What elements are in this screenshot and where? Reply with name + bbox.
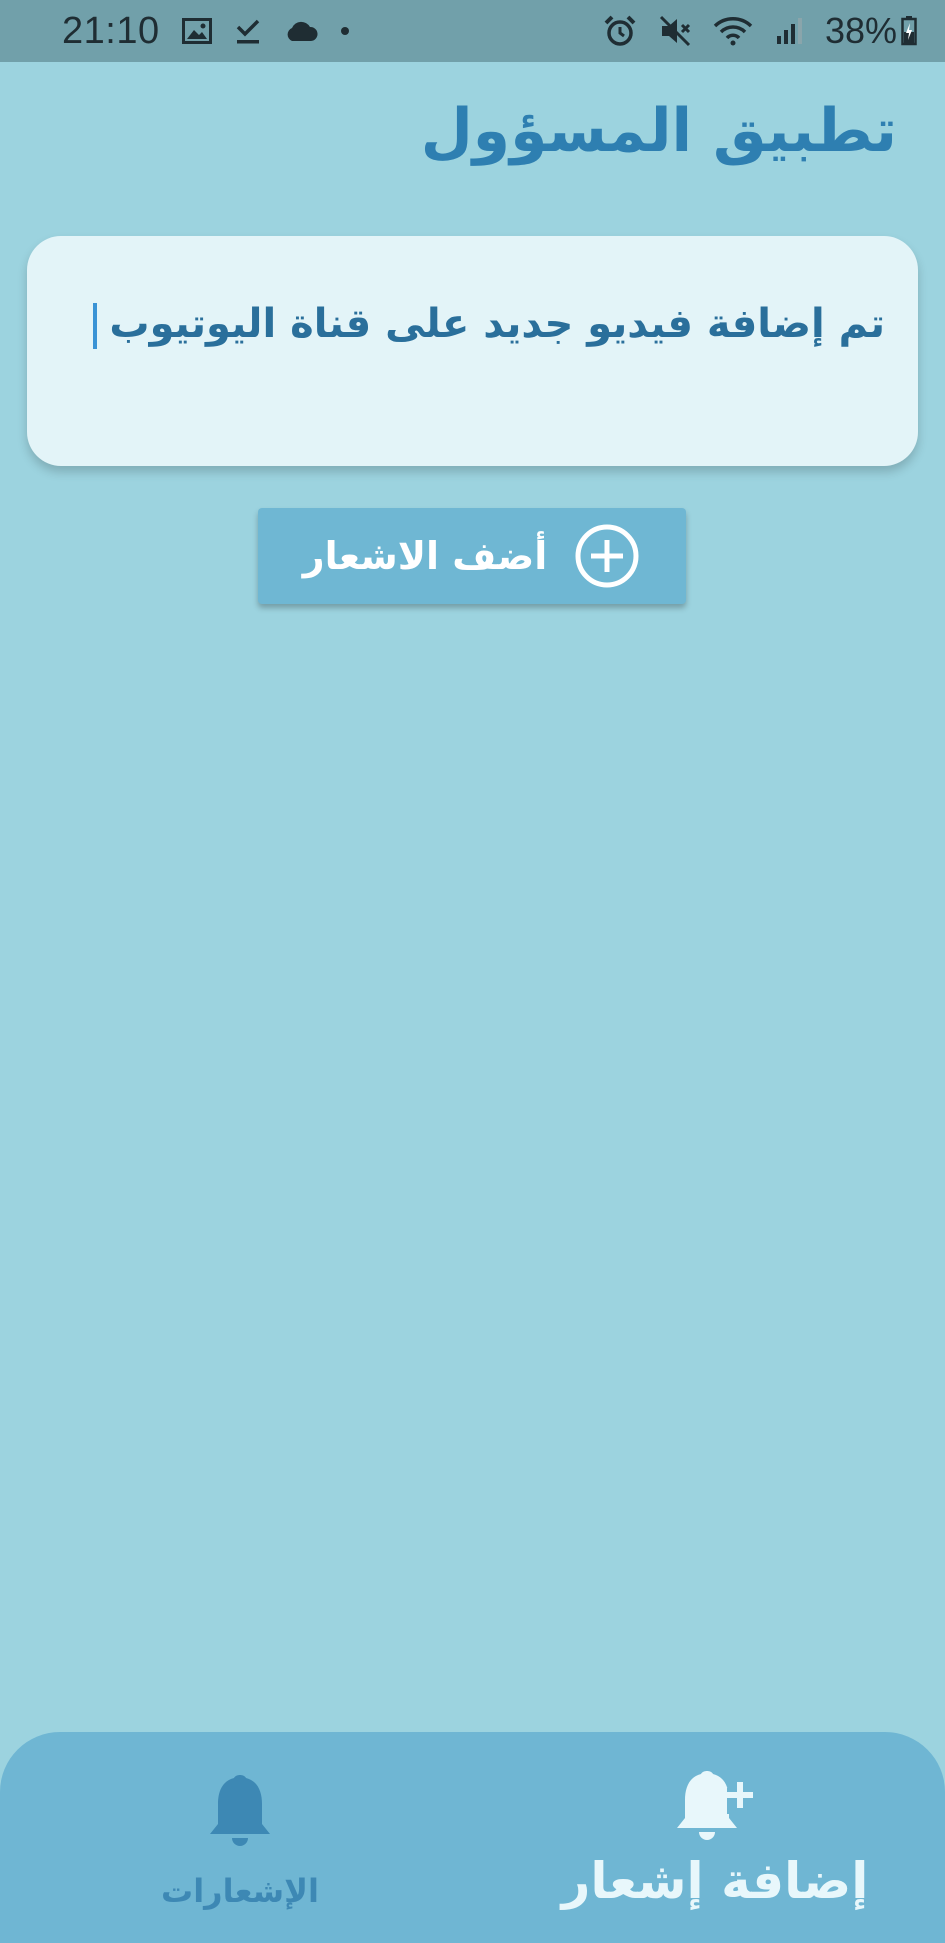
bell-icon [208,1772,272,1848]
nav-item-add-notification[interactable]: إضافة إشعار [545,1732,885,1943]
dot-icon [340,26,350,36]
notification-text: تم إضافة فيديو جديد على قناة اليوتيوب [109,301,885,347]
wifi-icon [713,15,753,47]
bottom-navigation: إضافة إشعار الإشعارات [0,1732,945,1943]
battery-percent: 38% [824,10,897,51]
image-icon [181,18,212,44]
nav-item-notifications[interactable]: الإشعارات [130,1732,350,1943]
page-title: تطبيق المسؤول [420,96,897,166]
text-cursor [93,303,98,349]
plus-circle-icon [573,522,641,590]
mute-icon [659,15,691,47]
cloud-icon [284,20,318,42]
add-notification-label: أضف الاشعار [302,534,548,578]
bell-plus-icon [673,1768,757,1842]
notification-text-field[interactable]: تم إضافة فيديو جديد على قناة اليوتيوب [27,236,918,466]
nav-label-add-notification: إضافة إشعار [561,1852,869,1910]
status-bar-right: 38% [603,10,917,52]
battery-icon [901,16,917,46]
notification-text-content[interactable]: تم إضافة فيديو جديد على قناة اليوتيوب [60,294,885,354]
alarm-icon [603,15,637,47]
add-notification-button[interactable]: أضف الاشعار [258,508,686,604]
signal-icon [775,16,803,46]
download-done-icon [234,17,262,45]
status-time: 21:10 [62,9,160,52]
status-bar-left: 21:10 [62,10,350,53]
status-bar: 21:10 38% [0,0,945,62]
nav-label-notifications: الإشعارات [161,1872,319,1910]
